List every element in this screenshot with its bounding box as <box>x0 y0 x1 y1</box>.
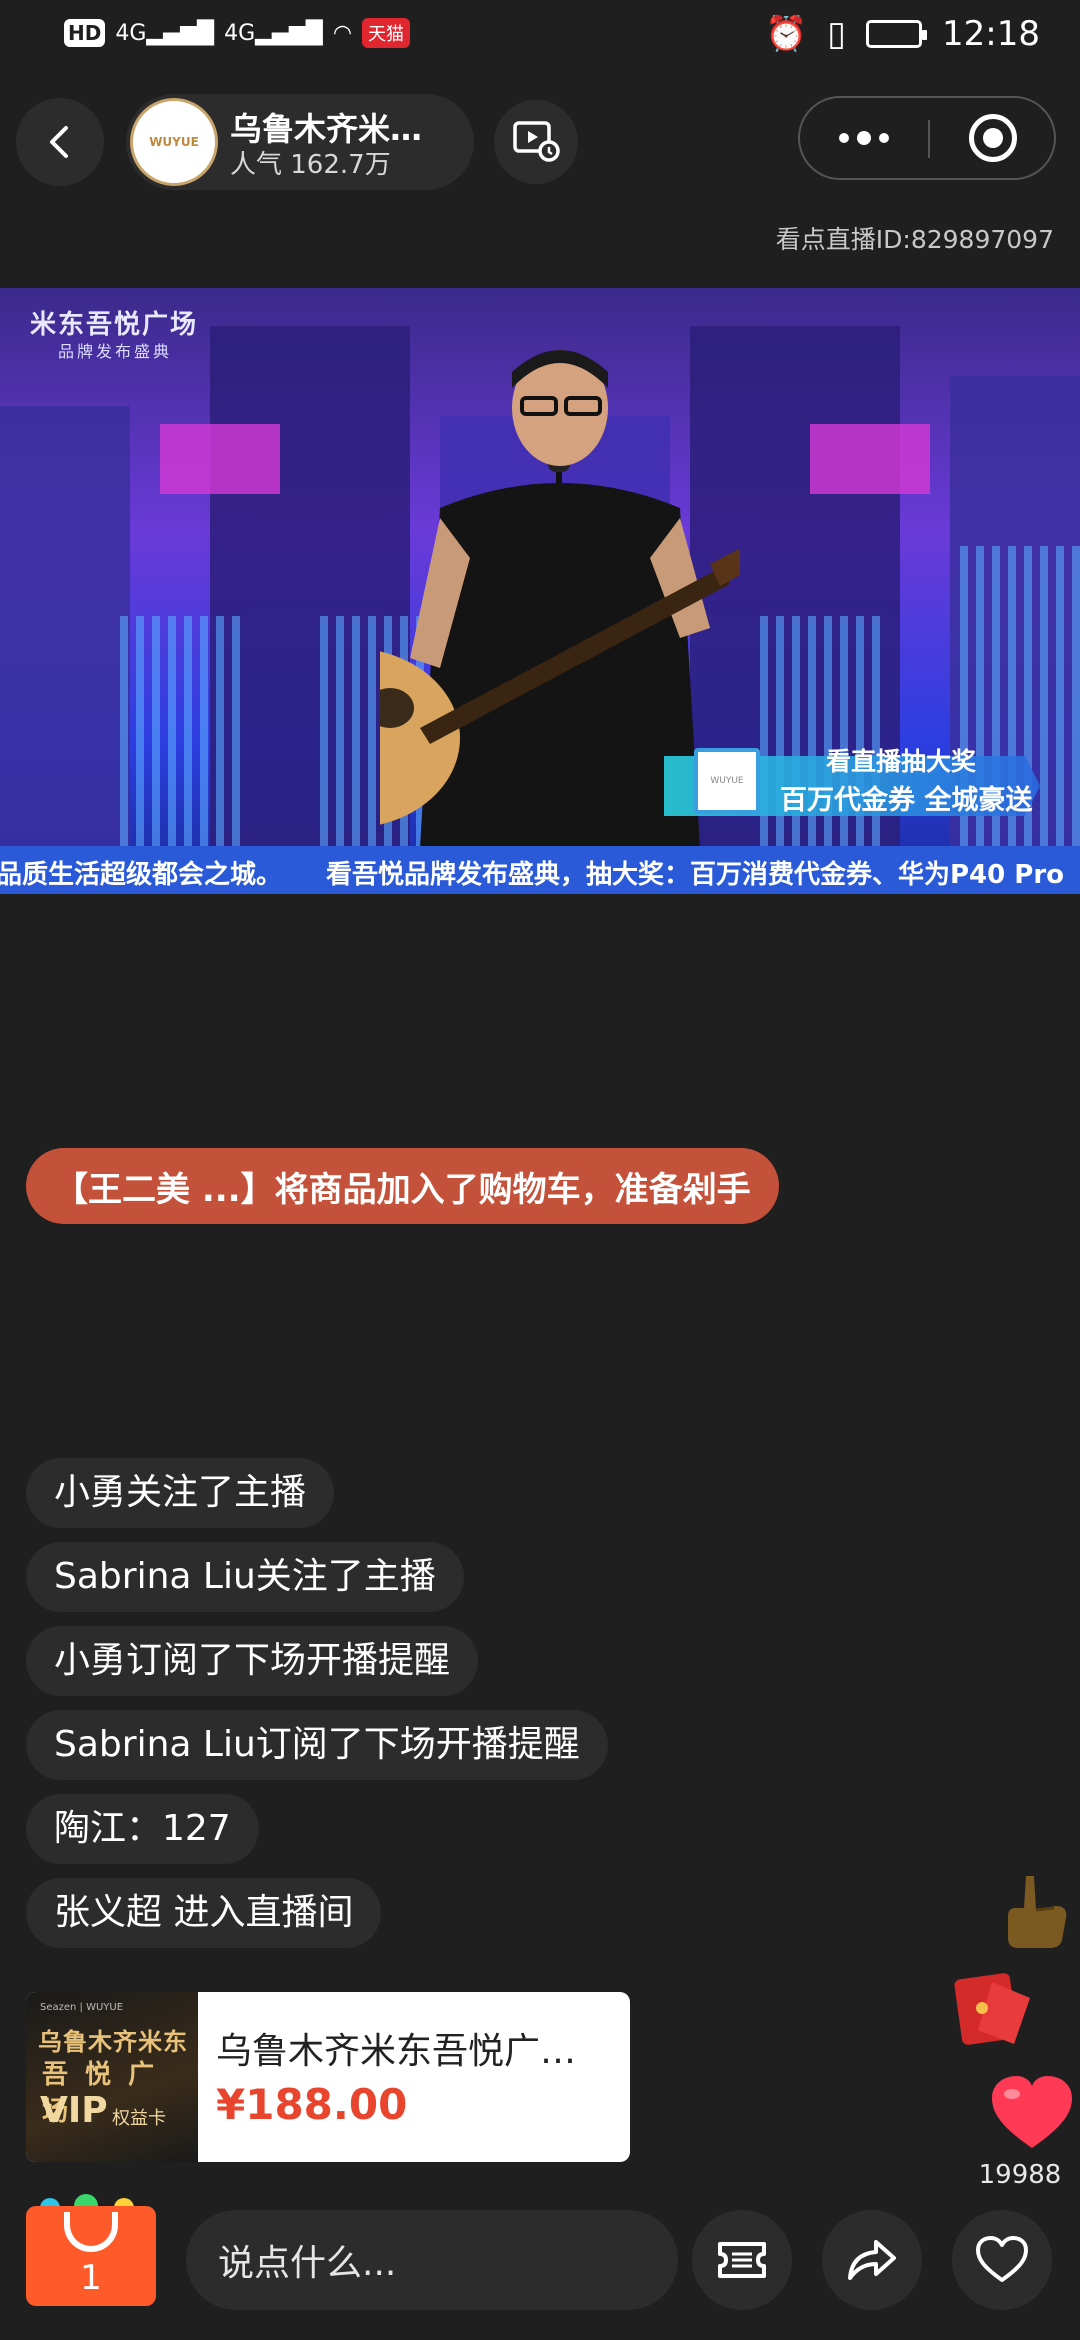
red-packet-icon[interactable] <box>952 1968 1034 2050</box>
video-playback-icon <box>513 121 560 162</box>
signal-label-2: 4G <box>224 20 256 46</box>
comment-item: 小勇订阅了下场开播提醒 <box>26 1626 479 1696</box>
miniprogram-capsule <box>798 96 1056 180</box>
back-button[interactable] <box>16 98 104 186</box>
prize-logo-text: WUYUE <box>710 776 744 786</box>
tmall-badge: 天猫 <box>362 18 411 48</box>
stage-window <box>810 424 930 494</box>
comment-input[interactable]: 说点什么... <box>186 2210 678 2310</box>
heart-outline-icon <box>976 2236 1028 2282</box>
cart-count: 1 <box>80 2258 102 2298</box>
vibrate-icon: ▯ <box>827 14 847 54</box>
live-id: 看点直播ID:829897097 <box>775 225 1054 254</box>
comment-item: Sabrina Liu关注了主播 <box>26 1542 464 1612</box>
share-arrow-icon <box>848 2240 896 2280</box>
product-image-card: 权益卡 <box>112 2108 166 2129</box>
wifi-icon: ◠ <box>332 20 353 46</box>
product-image-line1: 乌鲁木齐米东 <box>38 2028 188 2056</box>
product-image-vip: VIP <box>40 2090 108 2131</box>
like-button[interactable] <box>952 2210 1052 2310</box>
alarm-icon: ⏰ <box>764 14 808 54</box>
comment-item: Sabrina Liu订阅了下场开播提醒 <box>26 1710 608 1780</box>
anchor-info[interactable]: WUYUE 乌鲁木齐米… 人气 162.7万 <box>126 94 474 190</box>
product-title: 乌鲁木齐米东吾悦广… <box>216 2031 577 2072</box>
comment-item: 小勇关注了主播 <box>26 1458 335 1528</box>
avatar-logo: WUYUE <box>149 135 199 149</box>
comment-item: 张义超 进入直播间 <box>26 1878 382 1948</box>
ticket-icon <box>718 2242 766 2278</box>
ticker-text-b: 看吾悦品牌发布盛典，抽大奖：百万消费代金券、华为P40 Pro <box>326 860 1065 890</box>
cart-activity-notice: 【王二美 ...】将商品加入了购物车，准备剁手 <box>26 1148 779 1224</box>
product-image: Seazen | WUYUE 乌鲁木齐米东 吾 悦 广 场 VIP 权益卡 <box>26 1992 198 2162</box>
shopping-bag-button[interactable]: 1 <box>26 2178 156 2308</box>
shopping-bag-icon: 1 <box>26 2206 156 2306</box>
hd-indicator: HD <box>64 19 106 47</box>
prize-logo: WUYUE <box>694 748 760 814</box>
product-card[interactable]: Seazen | WUYUE 乌鲁木齐米东 吾 悦 广 场 VIP 权益卡 乌鲁… <box>26 1992 630 2162</box>
close-button[interactable] <box>930 98 1056 178</box>
prize-subtitle: 百万代金券 全城豪送 <box>780 785 1033 816</box>
live-video[interactable]: 米东吾悦广场 品牌发布盛典 WUYUE 看直播抽大奖 百万代金券 全城豪送 品质… <box>0 288 1080 894</box>
stage-window <box>160 424 280 494</box>
more-button[interactable] <box>800 98 928 178</box>
comment-list: 小勇关注了主播 Sabrina Liu关注了主播 小勇订阅了下场开播提醒 Sab… <box>26 1458 726 1962</box>
ticker-text-a: 品质生活超级都会之城。 <box>0 860 283 890</box>
anchor-avatar[interactable]: WUYUE <box>130 98 218 186</box>
bag-handle <box>64 2212 118 2252</box>
battery-icon <box>866 20 928 48</box>
heart-like-icon[interactable] <box>990 2074 1074 2152</box>
product-image-brand: Seazen | WUYUE <box>40 2002 124 2013</box>
status-left: HD 4G▂▄▆█ 4G▂▄▆█ ◠ 天猫 <box>64 18 411 48</box>
venue-logo: 米东吾悦广场 <box>30 310 199 340</box>
signal-label: 4G <box>115 20 147 46</box>
coupon-button[interactable] <box>692 2210 792 2310</box>
product-price: ¥188.00 <box>216 2080 408 2129</box>
prize-banner[interactable]: WUYUE 看直播抽大奖 百万代金券 全城豪送 <box>664 742 1040 820</box>
stage-lights <box>120 616 240 846</box>
comment-row: 小勇关注了主播 <box>26 1458 726 1542</box>
signal-4g-icon-2: 4G▂▄▆█ <box>224 20 323 46</box>
comment-row: 小勇订阅了下场开播提醒 <box>26 1626 726 1710</box>
share-button[interactable] <box>822 2210 922 2310</box>
status-right: ⏰ ▯ 12:18 <box>765 14 1040 54</box>
playback-button[interactable] <box>494 100 578 184</box>
clock: 12:18 <box>942 14 1040 54</box>
venue-subtitle: 品牌发布盛典 <box>58 342 173 361</box>
comment-row: Sabrina Liu订阅了下场开播提醒 <box>26 1710 726 1794</box>
prize-title: 看直播抽大奖 <box>826 747 977 776</box>
like-count: 19988 <box>978 2160 1062 2190</box>
more-dot <box>857 131 871 145</box>
more-dot <box>879 133 889 143</box>
news-ticker: 品质生活超级都会之城。 看吾悦品牌发布盛典，抽大奖：百万消费代金券、华为P40 … <box>0 846 1080 894</box>
signal-4g-icon: 4G▂▄▆█ <box>115 20 215 46</box>
status-bar: HD 4G▂▄▆█ 4G▂▄▆█ ◠ 天猫 ⏰ ▯ 12:18 <box>0 0 1080 72</box>
chevron-left-icon <box>50 126 68 158</box>
comment-row: 张义超 进入直播间 <box>26 1878 726 1962</box>
thumbs-gesture-icon[interactable] <box>996 1866 1080 1950</box>
close-target-icon <box>969 114 1017 162</box>
stage-building <box>0 406 130 846</box>
anchor-popularity: 人气 162.7万 <box>230 150 391 180</box>
more-dot <box>839 133 849 143</box>
comment-row: Sabrina Liu关注了主播 <box>26 1542 726 1626</box>
comment-item: 陶江：127 <box>26 1794 259 1864</box>
comment-row: 陶江：127 <box>26 1794 726 1878</box>
